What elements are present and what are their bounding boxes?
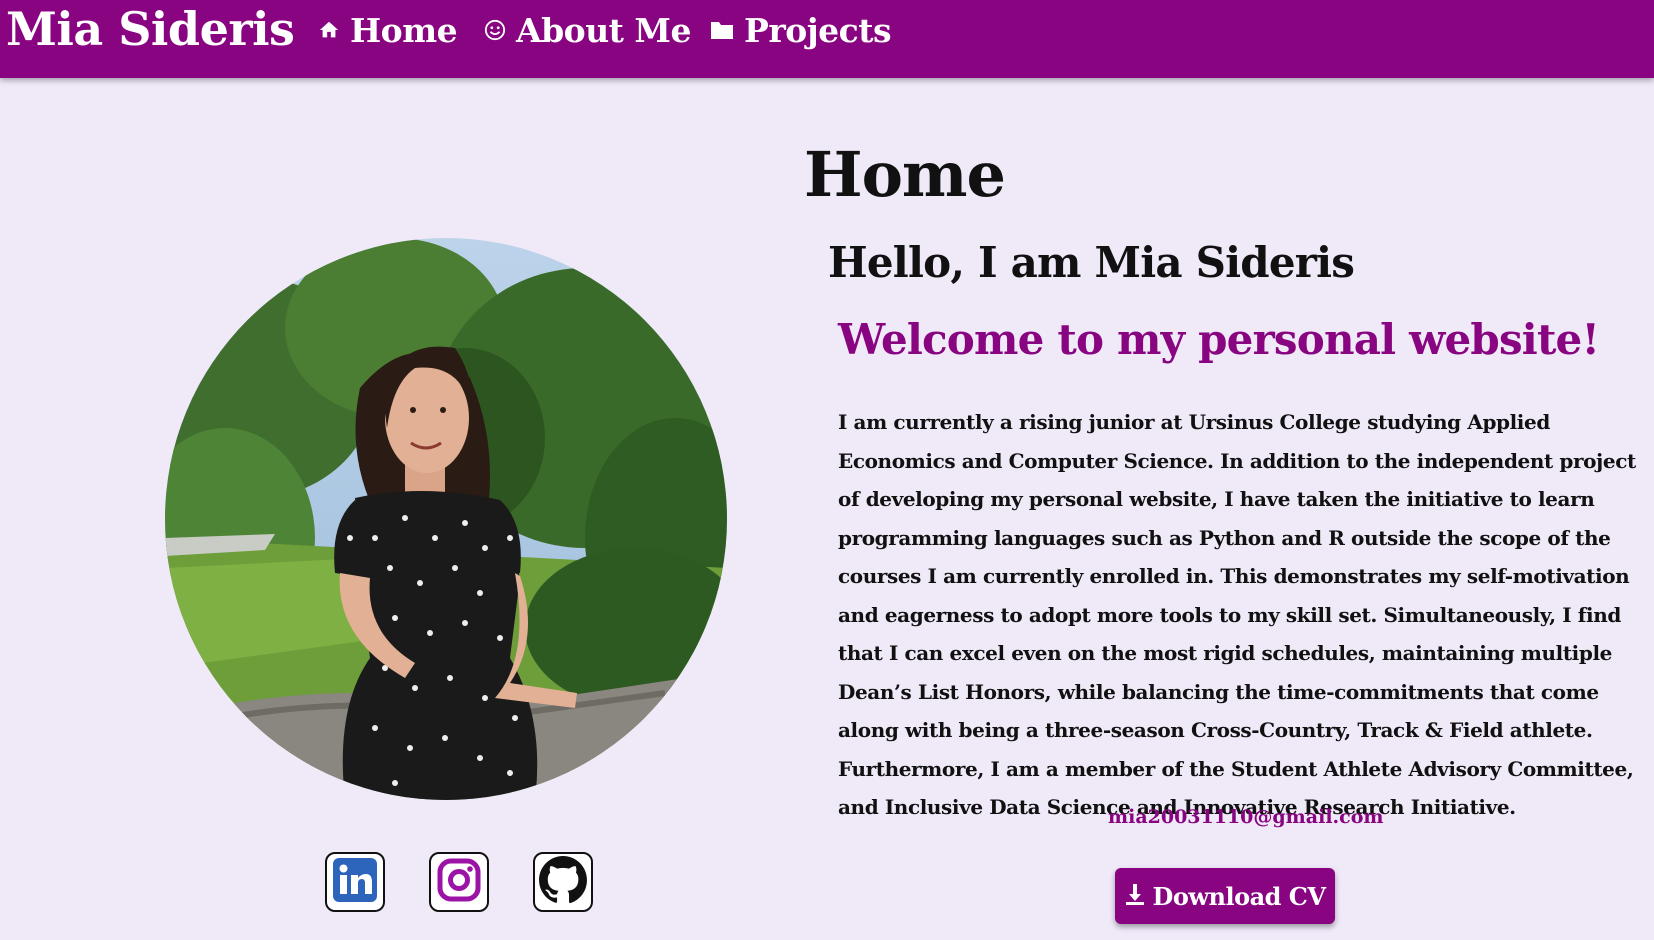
nav-about-link[interactable]: About Me bbox=[484, 8, 691, 52]
nav-home-link[interactable]: Home bbox=[318, 8, 458, 52]
welcome-heading: Welcome to my personal website! bbox=[838, 315, 1600, 364]
nav-about-label: About Me bbox=[516, 10, 691, 50]
linkedin-link[interactable] bbox=[325, 852, 385, 912]
download-cv-button[interactable]: Download CV bbox=[1115, 868, 1335, 924]
email-link[interactable]: mia20031110@gmail.com bbox=[1108, 806, 1384, 828]
instagram-link[interactable] bbox=[429, 852, 489, 912]
folder-icon bbox=[710, 19, 734, 41]
github-icon bbox=[538, 855, 588, 909]
download-icon bbox=[1125, 882, 1145, 911]
home-icon bbox=[318, 19, 340, 41]
linkedin-icon bbox=[332, 857, 378, 907]
instagram-icon bbox=[436, 857, 482, 907]
brand-logo-link[interactable]: Mia Sideris bbox=[6, 2, 295, 56]
bio-paragraph: I am currently a rising junior at Ursinu… bbox=[838, 410, 1636, 819]
profile-photo bbox=[165, 238, 727, 800]
hello-heading: Hello, I am Mia Sideris bbox=[828, 238, 1355, 287]
nav-projects-label: Projects bbox=[744, 10, 892, 50]
smiley-icon bbox=[484, 19, 506, 41]
github-link[interactable] bbox=[533, 852, 593, 912]
nav-home-label: Home bbox=[350, 10, 458, 50]
page-title: Home bbox=[804, 138, 1006, 211]
nav-projects-link[interactable]: Projects bbox=[710, 8, 892, 52]
top-navbar: Mia Sideris Home About Me Projects bbox=[0, 0, 1654, 78]
download-cv-label: Download CV bbox=[1152, 881, 1326, 911]
